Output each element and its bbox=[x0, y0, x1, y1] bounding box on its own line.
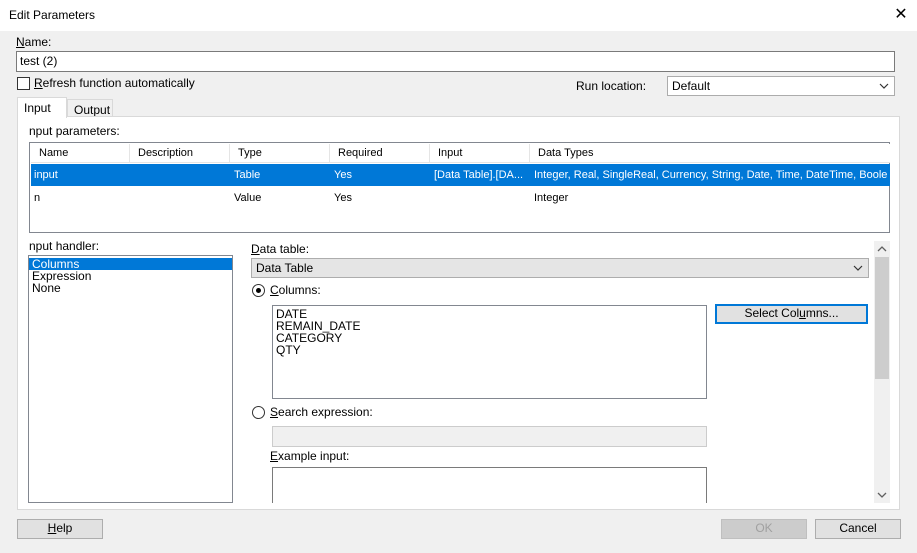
window-title: Edit Parameters bbox=[9, 8, 96, 22]
help-button[interactable]: Help bbox=[17, 519, 103, 539]
search-expression-label: Search expression: bbox=[270, 405, 373, 419]
select-columns-button[interactable]: Select Columns... bbox=[715, 304, 868, 324]
cell-required: Yes bbox=[334, 192, 352, 204]
input-parameters-grid[interactable]: Name Description Type Required Input Dat… bbox=[29, 142, 890, 233]
column-header-input[interactable]: Input bbox=[430, 144, 530, 163]
name-label: Name: bbox=[16, 35, 52, 49]
input-parameters-label: nput parameters: bbox=[29, 124, 120, 138]
column-header-type[interactable]: Type bbox=[230, 144, 330, 163]
cell-data-types: Integer, Real, SingleReal, Currency, Str… bbox=[534, 169, 888, 181]
scrollbar-thumb[interactable] bbox=[875, 257, 889, 379]
cell-type: Value bbox=[234, 192, 262, 204]
run-location-value: Default bbox=[672, 79, 711, 93]
cell-description bbox=[131, 164, 227, 186]
cell-input bbox=[432, 187, 528, 209]
data-table-select[interactable]: Data Table bbox=[251, 258, 869, 278]
run-location-select[interactable]: Default bbox=[667, 76, 895, 96]
table-row[interactable]: n Value Yes Integer bbox=[31, 187, 890, 209]
cell-name: input bbox=[34, 169, 58, 181]
columns-radio[interactable] bbox=[252, 284, 265, 297]
input-handler-list[interactable]: Columns Expression None bbox=[28, 255, 233, 503]
refresh-checkbox[interactable] bbox=[17, 77, 30, 90]
list-item[interactable]: CATEGORY bbox=[273, 332, 706, 344]
scroll-up-icon[interactable] bbox=[874, 241, 890, 257]
list-item[interactable]: QTY bbox=[273, 344, 706, 356]
column-header-name[interactable]: Name bbox=[31, 144, 130, 163]
radio-dot-icon bbox=[256, 288, 261, 293]
close-icon[interactable]: ✕ bbox=[891, 4, 911, 26]
scroll-down-icon[interactable] bbox=[874, 487, 890, 503]
column-header-required[interactable]: Required bbox=[330, 144, 430, 163]
chevron-down-icon bbox=[879, 83, 889, 89]
name-input[interactable]: test (2) bbox=[16, 51, 895, 72]
tab-input[interactable]: Input bbox=[17, 97, 67, 118]
title-bar bbox=[0, 0, 917, 31]
data-table-value: Data Table bbox=[256, 261, 314, 275]
search-expression-radio[interactable] bbox=[252, 406, 265, 419]
column-header-data-types[interactable]: Data Types bbox=[530, 144, 890, 163]
cell-required: Yes bbox=[334, 169, 352, 181]
run-location-label: Run location: bbox=[576, 79, 647, 93]
refresh-label: Refresh function automatically bbox=[34, 76, 195, 90]
list-item-none[interactable]: None bbox=[29, 282, 232, 294]
cell-type: Table bbox=[234, 169, 261, 181]
ok-button[interactable]: OK bbox=[721, 519, 807, 539]
grid-header: Name Description Type Required Input Dat… bbox=[31, 144, 890, 163]
example-input-label: Example input: bbox=[270, 449, 350, 463]
cell-data-types: Integer bbox=[534, 192, 569, 204]
vertical-scrollbar[interactable] bbox=[874, 241, 890, 503]
table-row[interactable]: input Table Yes [Data Table].[DA... Inte… bbox=[31, 164, 890, 186]
columns-label: Columns: bbox=[270, 283, 321, 297]
search-expression-input[interactable] bbox=[272, 426, 707, 447]
example-input-field[interactable] bbox=[272, 467, 707, 503]
cell-name: n bbox=[34, 192, 41, 204]
data-table-label: Data table: bbox=[251, 242, 310, 256]
column-header-description[interactable]: Description bbox=[130, 144, 230, 163]
cancel-button[interactable]: Cancel bbox=[815, 519, 901, 539]
chevron-down-icon bbox=[853, 265, 863, 271]
input-handler-label: nput handler: bbox=[29, 239, 100, 253]
cell-description bbox=[131, 187, 227, 209]
tab-output[interactable]: Output bbox=[67, 99, 113, 117]
cell-input: [Data Table].[DA... bbox=[434, 169, 524, 181]
columns-list[interactable]: DATE REMAIN_DATE CATEGORY QTY bbox=[272, 305, 707, 399]
